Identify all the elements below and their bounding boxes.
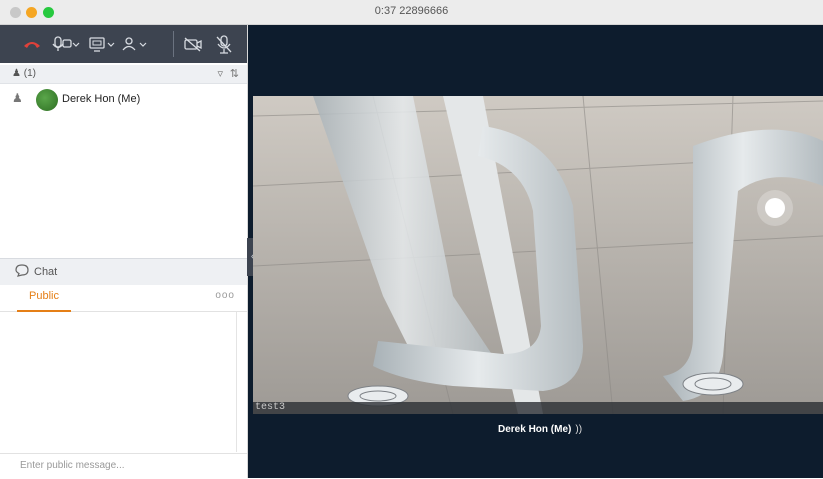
- window-title: 0:37 22896666: [374, 5, 449, 17]
- speaker-name: Derek Hon (Me): [498, 424, 572, 435]
- participant-count: ♟ (1): [12, 68, 36, 79]
- active-speaker: Derek Hon (Me))): [498, 424, 582, 435]
- participants-header: ♟ (1) ▿ ⇅: [0, 65, 247, 84]
- toolbar-divider: [173, 31, 174, 57]
- mute-button[interactable]: [215, 35, 233, 54]
- participant-name: Derek Hon (Me): [62, 93, 141, 105]
- chat-title: Chat: [34, 266, 58, 278]
- chat-scrollbar[interactable]: [236, 312, 237, 452]
- video-frame-image: [253, 96, 823, 414]
- people-icon: ♟: [12, 68, 21, 79]
- chat-input-box: [0, 453, 247, 479]
- share-screen-icon: [89, 37, 115, 52]
- side-panel: ♟ (1) ▿ ⇅ ♟ Derek Hon (Me) Chat Public o…: [0, 25, 248, 478]
- tab-public[interactable]: Public: [17, 290, 71, 312]
- end-call-button[interactable]: [22, 35, 42, 53]
- meeting-toolbar: [0, 25, 247, 63]
- participants-icon: [122, 37, 147, 51]
- video-feed[interactable]: [253, 96, 823, 414]
- chat-tabs: Public ooo: [0, 285, 247, 312]
- end-call-icon: [24, 42, 40, 48]
- share-button[interactable]: [88, 35, 116, 53]
- microphone-muted-icon: [216, 35, 232, 54]
- filter-icon[interactable]: ▿: [217, 67, 223, 80]
- participants-button[interactable]: [121, 35, 149, 53]
- participant-status-icon: ♟: [12, 91, 23, 105]
- more-options-button[interactable]: ooo: [215, 290, 235, 301]
- video-off-icon: [184, 37, 202, 52]
- chat-messages[interactable]: [0, 312, 247, 452]
- sort-icon[interactable]: ⇅: [230, 67, 239, 80]
- stop-video-button[interactable]: [184, 35, 202, 53]
- participant-row[interactable]: ♟ Derek Hon (Me): [0, 88, 247, 112]
- speaking-icon: )): [575, 424, 583, 435]
- microphone-icon: [52, 36, 80, 51]
- avatar: [36, 89, 58, 111]
- chat-header: Chat: [0, 258, 247, 285]
- chat-bubble-icon: [15, 264, 29, 280]
- window-titlebar: 0:37 22896666: [0, 0, 823, 25]
- video-label: test3: [255, 402, 286, 413]
- chat-message-input[interactable]: [20, 460, 230, 471]
- audio-button[interactable]: [52, 35, 80, 53]
